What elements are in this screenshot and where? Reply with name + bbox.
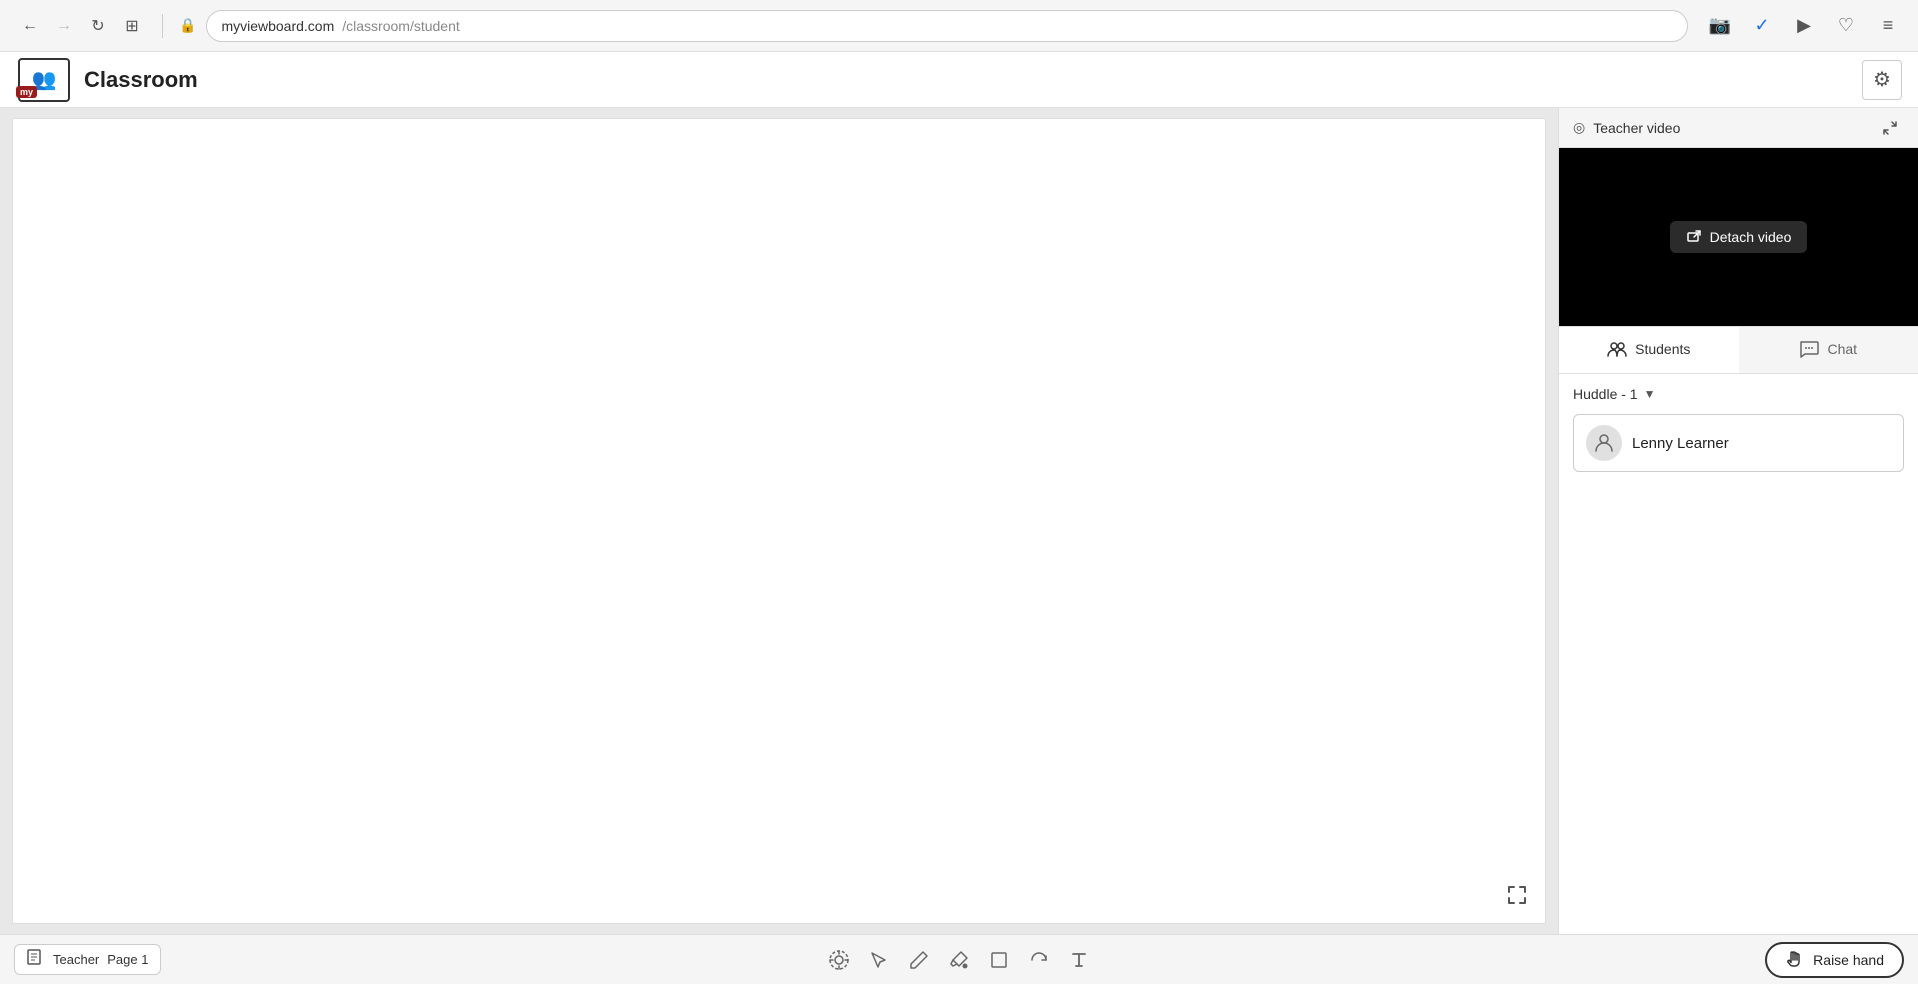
student-avatar: [1586, 425, 1622, 461]
app-container: 👥 my Classroom ⚙: [0, 52, 1918, 984]
canvas-board[interactable]: [12, 118, 1546, 924]
bottom-toolbar: Teacher Page 1: [0, 934, 1918, 984]
browser-actions: 📷 ✓ ▶ ♡ ≡: [1706, 12, 1902, 40]
back-button[interactable]: ←: [16, 12, 44, 40]
browser-bar: ← → ↻ ⊞ 🔒 myviewboard.com /classroom/stu…: [0, 0, 1918, 52]
students-content: Huddle - 1 ▼ Lenny Learner: [1559, 374, 1918, 934]
forward-button[interactable]: →: [50, 12, 78, 40]
page-label: Page 1: [107, 952, 148, 967]
teacher-video-header: ◎ Teacher video: [1559, 108, 1918, 148]
detach-video-button[interactable]: Detach video: [1670, 221, 1808, 253]
menu-icon[interactable]: ≡: [1874, 12, 1902, 40]
raise-hand-button[interactable]: Raise hand: [1765, 942, 1904, 978]
settings-button[interactable]: ⚙: [1862, 60, 1902, 100]
teacher-page-icon: [27, 949, 45, 970]
tab-students[interactable]: Students: [1559, 327, 1739, 373]
huddle-selector[interactable]: Huddle - 1 ▼: [1573, 386, 1904, 402]
detach-video-label: Detach video: [1710, 229, 1792, 245]
huddle-label: Huddle - 1: [1573, 386, 1638, 402]
tab-chat-label: Chat: [1827, 341, 1857, 357]
grid-button[interactable]: ⊞: [118, 12, 146, 40]
rotate-tool-button[interactable]: [1021, 942, 1057, 978]
app-title: Classroom: [84, 67, 198, 93]
toolbar-tools: [821, 942, 1097, 978]
lock-icon: 🔒: [179, 17, 196, 34]
main-content: ◎ Teacher video: [0, 108, 1918, 934]
students-chat-section: Students Chat Huddle - 1: [1559, 326, 1918, 934]
raise-hand-label: Raise hand: [1813, 952, 1884, 968]
url-base: myviewboard.com: [221, 18, 334, 34]
pen-tool-button[interactable]: [901, 942, 937, 978]
separator: [162, 14, 163, 38]
teacher-video-label: Teacher video: [1593, 120, 1868, 136]
nav-buttons: ← → ↻ ⊞: [16, 12, 146, 40]
app-header: 👥 my Classroom ⚙: [0, 52, 1918, 108]
address-bar[interactable]: myviewboard.com /classroom/student: [206, 10, 1688, 42]
shape-tool-button[interactable]: [981, 942, 1017, 978]
text-tool-button[interactable]: [1061, 942, 1097, 978]
fill-tool-button[interactable]: [941, 942, 977, 978]
logo-icon-inner: 👥 my: [18, 58, 70, 102]
url-path: /classroom/student: [342, 18, 460, 34]
camera-icon[interactable]: 📷: [1706, 12, 1734, 40]
canvas-area: [0, 108, 1558, 934]
logo-my-badge: my: [16, 86, 37, 98]
collapse-video-button[interactable]: [1876, 114, 1904, 142]
tabs-row: Students Chat: [1559, 327, 1918, 374]
student-name: Lenny Learner: [1632, 435, 1729, 452]
teacher-video-section: ◎ Teacher video: [1559, 108, 1918, 326]
fullscreen-button[interactable]: [1501, 879, 1533, 911]
logo-icon: 👥 my: [16, 52, 72, 108]
app-logo: 👥 my Classroom: [16, 52, 198, 108]
move-tool-button[interactable]: [821, 942, 857, 978]
tab-students-label: Students: [1635, 341, 1690, 357]
favorite-icon[interactable]: ♡: [1832, 12, 1860, 40]
broadcast-icon: ◎: [1573, 119, 1585, 136]
reload-button[interactable]: ↻: [84, 12, 112, 40]
student-item: Lenny Learner: [1573, 414, 1904, 472]
teacher-label: Teacher: [53, 952, 99, 967]
tab-chat[interactable]: Chat: [1739, 327, 1918, 373]
right-sidebar: ◎ Teacher video: [1558, 108, 1918, 934]
page-info[interactable]: Teacher Page 1: [14, 944, 161, 975]
shield-check-icon[interactable]: ✓: [1748, 12, 1776, 40]
huddle-dropdown-icon: ▼: [1644, 387, 1656, 401]
select-tool-button[interactable]: [861, 942, 897, 978]
video-container: Detach video: [1559, 148, 1918, 326]
cast-icon[interactable]: ▶: [1790, 12, 1818, 40]
